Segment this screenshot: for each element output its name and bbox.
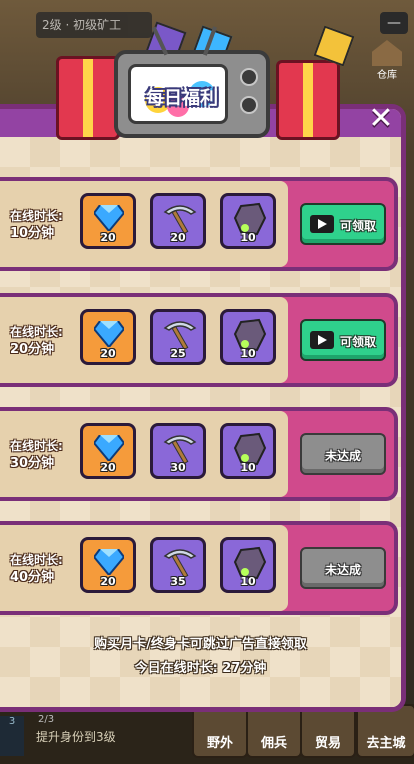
reward-row: 在线时长: 20分钟 20 25 10 可领取 [0,293,398,387]
close-icon[interactable]: ✕ [364,104,398,134]
reward-diamond: 20 [80,537,136,593]
online-duration-label: 在线时长: 10分钟 [10,209,63,241]
today-online-time: 今日在线时长: 27分钟 [134,661,267,676]
reward-diamond: 20 [80,309,136,365]
reward-pickaxe: 35 [150,537,206,593]
nav-mercenary-button[interactable]: 佣兵 [246,704,302,758]
reward-ore: 10 [220,193,276,249]
reward-row: 在线时长: 40分钟 20 35 10 未达成 [0,521,398,615]
claim-button[interactable]: 可领取 [300,203,386,245]
reward-ore: 10 [220,537,276,593]
online-duration-label: 在线时长: 40分钟 [10,553,63,585]
nav-field-button[interactable]: 野外 [192,704,248,758]
reward-diamond: 20 [80,423,136,479]
tv-knob [240,96,258,114]
quest-text: 提升身份到3级 [36,730,116,744]
not-reached-button[interactable]: 未达成 [300,547,386,589]
warehouse-label: 仓库 [377,70,397,81]
reward-diamond: 20 [80,193,136,249]
popup-body: 在线时长: 10分钟 20 20 10 可领取 在线时长: 20分钟 20 25… [0,137,401,707]
reward-row: 在线时长: 10分钟 20 20 10 可领取 [0,177,398,271]
claim-button[interactable]: 可领取 [300,319,386,361]
reward-pickaxe: 25 [150,309,206,365]
level-banner: 2级 · 初级矿工 [36,12,152,38]
diamond-icon [94,549,124,575]
quest-count: 3 [0,716,24,756]
quest-tracker[interactable]: 3 2/3 提升身份到3级 [0,710,185,760]
daily-welfare-popup: 在线时长: 10分钟 20 20 10 可领取 在线时长: 20分钟 20 25… [0,104,406,712]
reward-row: 在线时长: 30分钟 20 30 10 未达成 [0,407,398,501]
reward-pickaxe: 30 [150,423,206,479]
gift-box-right [276,60,340,140]
not-reached-button[interactable]: 未达成 [300,433,386,475]
reward-pickaxe: 20 [150,193,206,249]
nav-trade-button[interactable]: 贸易 [300,704,356,758]
video-icon [310,331,334,349]
online-duration-label: 在线时长: 20分钟 [10,325,63,357]
video-icon [310,215,334,233]
reward-ore: 10 [220,309,276,365]
quest-progress: 2/3 [38,714,55,725]
diamond-icon [94,321,124,347]
gift-box-left [56,56,120,140]
online-duration-label: 在线时长: 30分钟 [10,439,63,471]
warehouse-button[interactable]: 仓库 [368,40,406,86]
reward-ore: 10 [220,423,276,479]
monthly-card-note: 购买月卡/终身卡可跳过广告直接领取 [94,637,307,652]
diamond-icon [94,435,124,461]
tv-knob [240,68,258,86]
diamond-icon [94,205,124,231]
menu-button[interactable]: — [380,12,408,34]
popup-title: 每日福利 [146,88,218,109]
nav-main-city-button[interactable]: 去主城 [356,704,414,758]
warehouse-icon [372,40,402,66]
